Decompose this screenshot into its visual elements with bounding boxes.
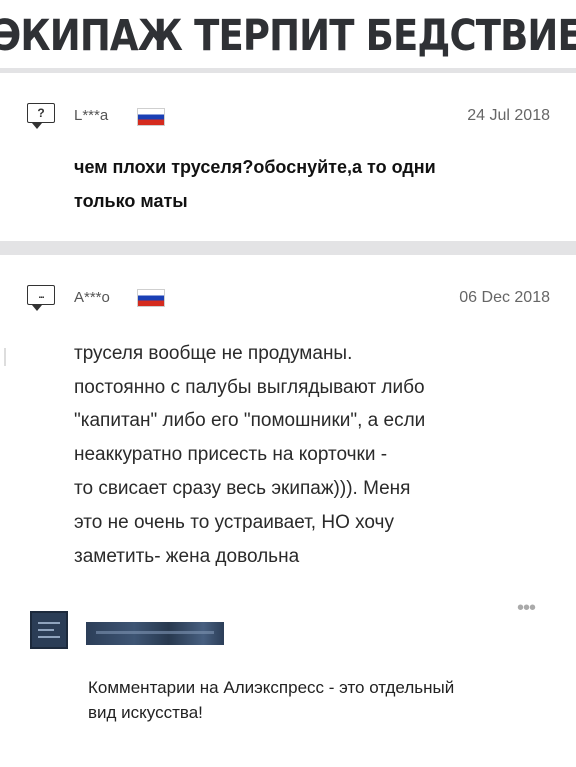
ellipsis-bubble-icon: ...: [27, 285, 55, 311]
avatar-detail: [38, 622, 60, 624]
review-text-line: чем плохи труселя?обоснуйте,а то одни: [74, 157, 436, 177]
review-text-line: то свисает сразу весь экипаж))). Меня: [74, 478, 411, 499]
russia-flag-icon: [137, 108, 165, 126]
russia-flag-icon: [137, 289, 165, 307]
section-divider: [0, 241, 576, 255]
question-bubble-icon: ?: [27, 103, 55, 129]
meme-title: ЭКИПАЖ ТЕРПИТ БЕДСТВИЕ: [0, 11, 576, 61]
caption: Комментарии на Алиэкспресс - это отдельн…: [88, 675, 558, 725]
redacted-username: [86, 622, 224, 645]
review-date: 24 Jul 2018: [467, 107, 550, 124]
more-dots-icon[interactable]: •••: [517, 597, 536, 620]
review-text-line: заметить- жена довольна: [74, 546, 300, 567]
review-text-line: только маты: [74, 191, 188, 211]
avatar: [30, 611, 68, 649]
review-date: 06 Dec 2018: [459, 289, 550, 306]
caption-line: Комментарии на Алиэкспресс - это отдельн…: [88, 678, 455, 697]
caption-line: вид искусства!: [88, 703, 203, 722]
review-text-line: труселя вообще не продуманы.: [74, 343, 353, 364]
review-text-line: постоянно с палубы выглядывают либо: [74, 377, 425, 398]
avatar-detail: [38, 636, 60, 638]
avatar-detail: [38, 629, 54, 631]
margin-mark: [4, 348, 6, 366]
review-text-line: "капитан" либо его "помошники", а если: [74, 410, 426, 431]
reviewer-name: L***a: [74, 107, 109, 124]
review-text: чем плохи труселя?обоснуйте,а то одни то…: [74, 150, 534, 218]
reviewer-name: A***o: [74, 289, 110, 306]
review-text-line: неаккуратно присесть на корточки -: [74, 444, 388, 465]
review-text-line: это не очень то устраивает, НО хочу: [74, 512, 394, 533]
